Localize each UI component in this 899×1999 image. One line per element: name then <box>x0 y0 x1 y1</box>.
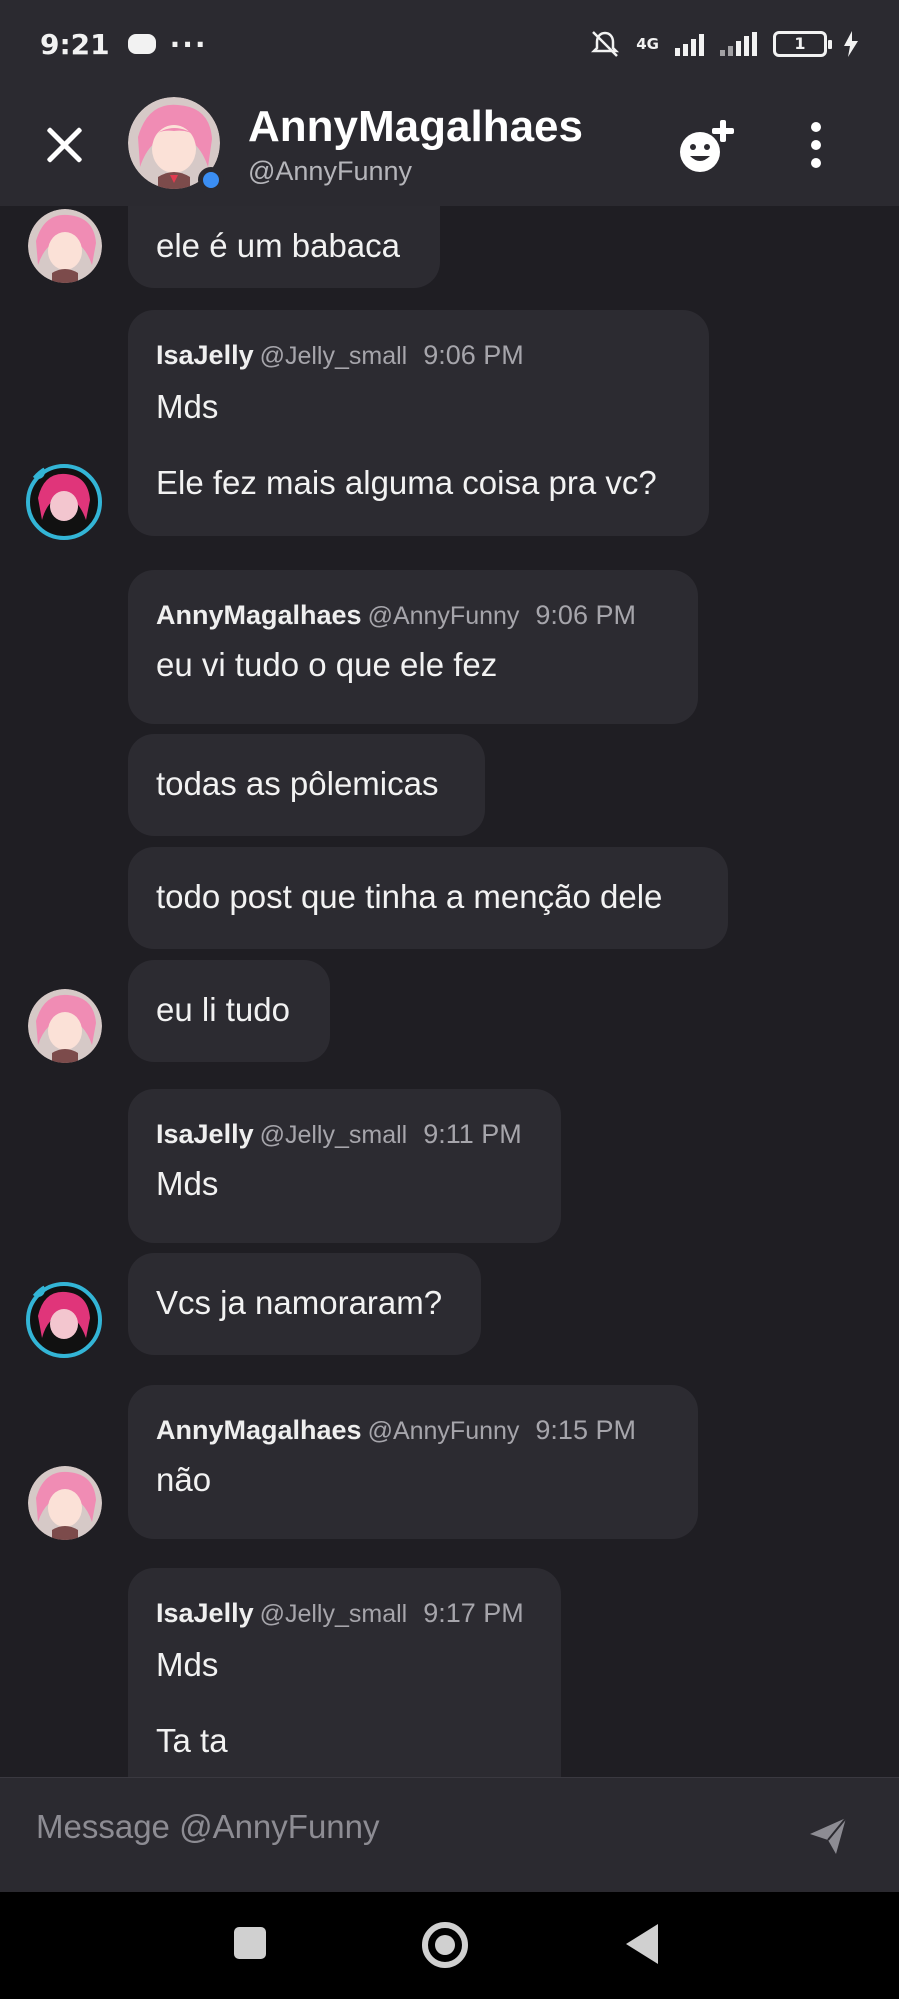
avatar[interactable] <box>28 1466 102 1540</box>
message-text: ele é um babaca <box>156 227 401 264</box>
message-text: eu li tudo <box>156 991 290 1028</box>
bell-muted-icon <box>591 31 620 57</box>
battery-icon: 1 <box>773 31 832 57</box>
dm-header: AnnyMagalhaes @AnnyFunny <box>0 88 899 206</box>
status-time: 9:21 <box>40 27 110 61</box>
message-author[interactable]: IsaJelly <box>156 340 254 370</box>
message-meta: AnnyMagalhaes @AnnyFunny 9:15 PM <box>156 1415 670 1446</box>
header-handle: @AnnyFunny <box>248 156 412 186</box>
message-bubble[interactable]: IsaJelly @Jelly_small 9:11 PM Mds <box>128 1089 561 1243</box>
message-meta: IsaJelly @Jelly_small 9:06 PM <box>156 340 681 371</box>
message-bubble[interactable]: AnnyMagalhaes @AnnyFunny 9:15 PM não <box>128 1385 698 1539</box>
message-time: 9:17 PM <box>423 1598 524 1628</box>
message-text: não <box>156 1461 212 1498</box>
message-meta: IsaJelly @Jelly_small 9:11 PM <box>156 1119 533 1150</box>
emoji-add-icon[interactable] <box>676 118 738 174</box>
message-bubble[interactable]: todas as pôlemicas <box>128 734 485 836</box>
message-text: eu vi tudo o que ele fez <box>156 646 498 683</box>
message-handle: @AnnyFunny <box>367 602 520 630</box>
message-time: 9:11 PM <box>423 1119 522 1149</box>
message-list[interactable]: ele é um babaca IsaJelly @Jelly_small 9:06… <box>0 206 899 1777</box>
recent-apps-button[interactable] <box>234 1927 266 1959</box>
status-bar: 9:21 ··· 4G 1 <box>0 0 899 88</box>
message-bubble[interactable]: Vcs ja namoraram? <box>128 1253 481 1355</box>
back-button[interactable] <box>626 1924 658 1964</box>
avatar[interactable] <box>28 989 102 1063</box>
message-text: Mds <box>156 388 219 425</box>
message-time: 9:06 PM <box>535 600 636 630</box>
message-text: Ele fez mais alguma coisa pra vc? <box>156 464 657 501</box>
signal-icon-2 <box>720 32 757 56</box>
message-text: Vcs ja namoraram? <box>156 1284 443 1321</box>
avatar[interactable] <box>24 1280 104 1360</box>
message-meta: IsaJelly @Jelly_small 9:17 PM <box>156 1598 533 1629</box>
discord-icon <box>127 34 156 54</box>
close-icon[interactable] <box>44 124 84 164</box>
home-button[interactable] <box>422 1922 468 1968</box>
message-text: Mds <box>156 1165 219 1202</box>
message-author[interactable]: AnnyMagalhaes <box>156 600 362 630</box>
message-bubble[interactable]: IsaJelly @Jelly_small 9:06 PM Mds Ele fez … <box>128 310 709 536</box>
message-bubble[interactable]: todo post que tinha a menção dele <box>128 847 728 949</box>
system-nav-bar <box>0 1892 899 1999</box>
message-meta: AnnyMagalhaes @AnnyFunny 9:06 PM <box>156 600 670 631</box>
more-notifications-icon: ··· <box>169 27 208 61</box>
message-text: Ta ta <box>156 1722 228 1759</box>
message-handle: @Jelly_small <box>259 1600 408 1628</box>
message-handle: @Jelly_small <box>259 342 408 370</box>
avatar[interactable] <box>28 209 102 283</box>
message-time: 9:15 PM <box>535 1415 636 1445</box>
message-bubble[interactable]: IsaJelly @Jelly_small 9:17 PM Mds Ta ta <box>128 1568 561 1777</box>
message-time: 9:06 PM <box>423 340 524 370</box>
message-text: todas as pôlemicas <box>156 765 439 802</box>
message-author[interactable]: IsaJelly <box>156 1598 254 1628</box>
message-input[interactable]: Message @AnnyFunny <box>36 1808 380 1846</box>
message-text: Mds <box>156 1646 219 1683</box>
message-bubble[interactable]: AnnyMagalhaes @AnnyFunny 9:06 PM eu vi tud… <box>128 570 698 724</box>
charging-icon <box>844 31 858 57</box>
avatar[interactable] <box>24 462 104 542</box>
more-vertical-icon[interactable] <box>800 120 832 170</box>
online-status-icon <box>198 167 224 193</box>
message-handle: @AnnyFunny <box>367 1417 520 1445</box>
send-icon[interactable] <box>808 1816 848 1856</box>
page-title: AnnyMagalhaes <box>248 102 583 151</box>
message-bubble[interactable]: ele é um babaca <box>128 206 440 288</box>
message-composer: Message @AnnyFunny <box>0 1777 899 1892</box>
signal-icon <box>675 32 704 56</box>
message-author[interactable]: IsaJelly <box>156 1119 254 1149</box>
message-bubble[interactable]: eu li tudo <box>128 960 330 1062</box>
network-type: 4G <box>636 35 659 53</box>
message-handle: @Jelly_small <box>259 1121 408 1149</box>
message-text: todo post que tinha a menção dele <box>156 878 663 915</box>
message-author[interactable]: AnnyMagalhaes <box>156 1415 362 1445</box>
